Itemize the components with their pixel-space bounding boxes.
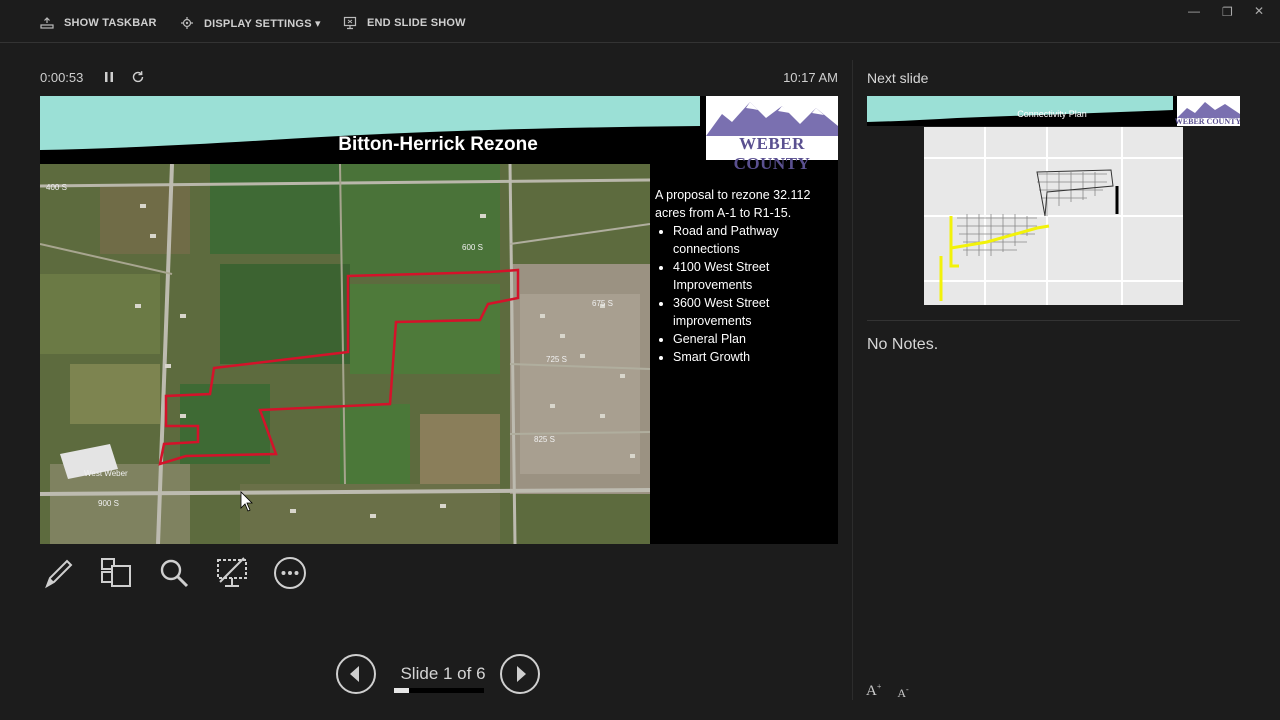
map-label-400s: 400 S [46,183,67,192]
slide-counter[interactable]: Slide 1 of 6 [388,664,498,684]
map-label-600s: 600 S [462,243,483,252]
speaker-notes[interactable]: No Notes. [867,336,938,354]
map-label-675s: 675 S [592,299,613,308]
minimize-icon[interactable]: — [1188,4,1200,18]
next-logo-text: WEBER COUNTY [1175,117,1240,126]
black-screen-button[interactable] [214,555,250,591]
end-show-icon [343,16,357,30]
end-slide-show-button[interactable]: END SLIDE SHOW [343,14,466,32]
font-size-controls: A+ A- [866,682,909,701]
current-slide[interactable]: Bitton-Herrick Rezone WEBER COUNTY 400 S… [40,96,838,544]
presenter-tools [40,555,308,591]
decrease-font-icon[interactable]: A- [897,682,908,701]
bullet-item: 3600 West Street improvements [673,294,825,330]
elapsed-timer: 0:00:53 [40,70,84,85]
pause-timer-icon[interactable] [103,70,115,84]
slide-intro-text: A proposal to rezone 32.112 acres from A… [655,188,811,220]
next-slide-title: Connectivity Plan [1017,109,1087,119]
see-all-slides-button[interactable] [98,555,134,591]
restore-icon[interactable]: ❐ [1222,5,1233,19]
map-label-west-weber: West Weber [84,469,128,478]
show-taskbar-label: SHOW TASKBAR [64,17,157,29]
map-label-825s: 825 S [534,435,555,444]
weber-county-logo: WEBER COUNTY [706,96,838,173]
aerial-map: 400 S 600 S 675 S 725 S 825 S 900 S West… [40,164,650,544]
bullet-item: General Plan [673,330,825,348]
show-taskbar-button[interactable]: SHOW TASKBAR [40,14,157,32]
close-icon[interactable]: ✕ [1254,4,1264,18]
map-label-900s: 900 S [98,499,119,508]
slide-bullets: A proposal to rezone 32.112 acres from A… [655,186,825,366]
slide-title: Bitton-Herrick Rezone [338,134,538,155]
more-options-button[interactable] [272,555,308,591]
more-options-icon [274,557,306,589]
display-settings-button[interactable]: DISPLAY SETTINGS ▾ [180,14,321,32]
black-screen-icon [217,557,247,587]
slide-progress-bar [394,688,484,693]
restart-timer-icon[interactable] [131,70,145,84]
bullet-item: Road and Pathway connections [673,222,825,258]
next-slide-thumbnail: WEBER COUNTY [867,96,1240,306]
notes-divider [867,320,1240,321]
bullet-item: Smart Growth [673,348,825,366]
mountain-icon [706,96,838,136]
bullet-item: 4100 West Street Improvements [673,258,825,294]
see-all-slides-icon [101,558,131,587]
pen-tool-button[interactable] [40,555,76,591]
end-slide-show-label: END SLIDE SHOW [367,17,466,29]
display-settings-label: DISPLAY SETTINGS ▾ [204,17,321,30]
slide-navigation: Slide 1 of 6 [336,654,544,698]
taskbar-icon [40,17,54,29]
zoom-icon [160,559,189,588]
slide-progress-fill [394,688,410,693]
map-label-725s: 725 S [546,355,567,364]
presenter-toolbar: SHOW TASKBAR DISPLAY SETTINGS ▾ END SLID… [0,0,1280,43]
zoom-button[interactable] [156,555,192,591]
next-slide-icon[interactable] [500,654,540,694]
pen-icon [45,559,73,589]
next-slide-label: Next slide [867,70,929,86]
next-slide-preview[interactable]: WEBER COUNTY Connectivity Plan [867,96,1240,306]
logo-text: WEBER COUNTY [733,134,811,173]
pane-divider[interactable] [852,60,853,700]
previous-slide-icon[interactable] [336,654,376,694]
display-settings-icon [181,17,193,29]
increase-font-icon[interactable]: A+ [866,682,881,701]
current-time: 10:17 AM [783,70,838,85]
